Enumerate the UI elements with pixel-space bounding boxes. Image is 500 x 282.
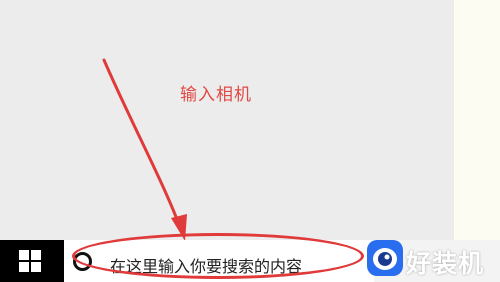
watermark-text: 好装机 — [406, 249, 485, 278]
watermark: 好装机 — [364, 238, 500, 282]
start-button[interactable] — [0, 240, 64, 282]
eye-logo-icon — [367, 240, 403, 276]
search-highlight-ellipse — [72, 233, 364, 279]
windows-logo-icon — [19, 250, 41, 272]
